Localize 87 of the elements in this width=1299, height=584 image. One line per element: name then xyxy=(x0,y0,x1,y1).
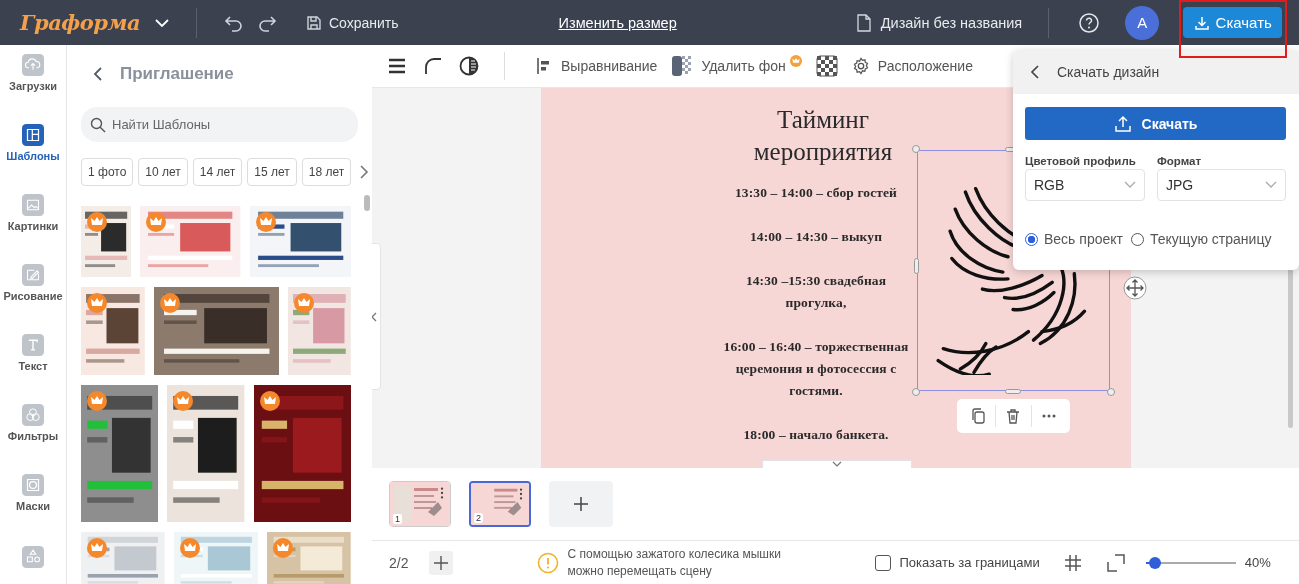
add-page-button[interactable] xyxy=(429,550,454,575)
plus-icon xyxy=(433,554,450,571)
tool-icon xyxy=(22,474,44,496)
arrange-button[interactable]: Расположение xyxy=(851,57,973,75)
search-icon xyxy=(90,117,106,133)
document-icon xyxy=(854,13,873,32)
chevron-down-icon xyxy=(832,459,842,468)
tool-icon xyxy=(22,194,44,216)
sidebar-item[interactable]: Маски xyxy=(16,474,50,544)
color-profile-select[interactable]: RGB xyxy=(1025,169,1145,201)
document-title[interactable]: Дизайн без названия xyxy=(880,14,1023,31)
sidebar-item[interactable]: Картинки xyxy=(7,194,59,264)
grid-icon[interactable] xyxy=(1063,553,1082,572)
sidebar-item[interactable]: Загрузки xyxy=(9,54,57,124)
page-number: 1 xyxy=(393,514,402,524)
checkerboard-icon[interactable] xyxy=(815,55,838,77)
resize-handle[interactable] xyxy=(1107,388,1115,396)
filter-chip[interactable]: 10 лет xyxy=(138,158,188,186)
tool-icon xyxy=(22,334,44,356)
page-title: Тайминг мероприятия xyxy=(752,105,894,167)
logo[interactable]: Граформа xyxy=(20,10,140,35)
search-field[interactable]: Найти Шаблоны xyxy=(81,107,358,142)
radio-label[interactable]: Текущую страницу xyxy=(1149,231,1272,247)
schedule-text: 16:00 – 16:40 – торжественная церемония и фотосессия с гостями. xyxy=(722,338,910,400)
remove-background-button[interactable]: Удалить фон xyxy=(671,55,802,77)
scrollbar-thumb[interactable] xyxy=(364,195,370,211)
chevron-down-icon xyxy=(1124,181,1136,189)
resize-handle[interactable] xyxy=(912,388,920,396)
sidebar-item[interactable]: Фильтры xyxy=(7,404,59,474)
panel-title: Приглашение xyxy=(120,64,234,84)
resize-handle[interactable] xyxy=(912,145,920,153)
download-button[interactable]: Скачать xyxy=(1183,7,1283,38)
filter-chip[interactable]: 1 фото xyxy=(81,158,134,186)
radio-label[interactable]: Весь проект xyxy=(1044,231,1123,247)
page-thumbnail[interactable]: 1 xyxy=(389,481,451,527)
resize-link[interactable]: Изменить размер xyxy=(558,14,677,31)
corner-radius-icon[interactable] xyxy=(422,55,444,77)
filter-chip[interactable]: 18 лет xyxy=(301,158,352,186)
plus-icon xyxy=(572,495,590,513)
download-button[interactable]: Скачать xyxy=(1025,107,1286,140)
slider-thumb[interactable] xyxy=(1148,556,1161,569)
field-label: Формат xyxy=(1157,155,1203,167)
zoom-slider[interactable] xyxy=(1145,556,1236,569)
sidebar-item[interactable]: Рисование xyxy=(3,264,63,334)
contrast-icon[interactable] xyxy=(458,55,480,77)
tool-icon xyxy=(22,264,44,286)
resize-handle[interactable] xyxy=(914,258,919,274)
resize-handle[interactable] xyxy=(1005,389,1021,394)
move-icon[interactable] xyxy=(1123,276,1147,300)
hint-text: С помощью зажатого колесика мышки можно перемещать сцену xyxy=(567,545,782,580)
user-avatar[interactable]: A xyxy=(1125,5,1160,40)
align-button[interactable]: Выравнивание xyxy=(535,57,658,75)
pages-toggle[interactable] xyxy=(762,460,912,468)
radio-button[interactable] xyxy=(1025,232,1038,246)
chevron-left-icon xyxy=(372,311,379,322)
copy-icon[interactable] xyxy=(969,408,986,424)
schedule-text: 14:00 – 14:30 – выкуп xyxy=(748,228,883,246)
page-number: 2 xyxy=(474,513,483,523)
schedule-text: 14:30 –15:30 свадебная прогулка, xyxy=(744,272,888,312)
schedule-text: 13:30 – 14:00 – сбор гостей xyxy=(734,184,898,202)
filter-chip[interactable]: 15 лет xyxy=(247,158,297,186)
checkbox[interactable] xyxy=(875,554,892,571)
format-select[interactable]: JPG xyxy=(1157,169,1286,201)
checkbox-label[interactable]: Показать за границами xyxy=(899,555,1040,570)
sidebar-item[interactable]: Шаблоны xyxy=(6,124,60,194)
download-icon xyxy=(1193,14,1210,31)
panel-title: Скачать дизайн xyxy=(1057,64,1160,80)
page-thumbnail[interactable]: 2 xyxy=(469,481,531,527)
trash-icon[interactable] xyxy=(1005,408,1022,424)
page-counter: 2/2 xyxy=(389,554,409,571)
sidebar-item[interactable]: Текст xyxy=(18,334,48,404)
gear-icon xyxy=(851,57,870,75)
upload-icon xyxy=(1113,114,1132,133)
expand-icon[interactable] xyxy=(1106,553,1125,572)
chevron-down-icon xyxy=(1265,181,1277,189)
save-button[interactable]: Сохранить xyxy=(306,14,399,31)
warning-icon xyxy=(537,551,560,574)
zoom-reading: 40% xyxy=(1244,555,1271,570)
schedule-text: 18:00 – начало банкета. xyxy=(742,426,890,444)
tool-icon xyxy=(22,54,44,76)
more-vertical-icon[interactable] xyxy=(518,487,524,501)
filter-chip[interactable]: 14 лет xyxy=(192,158,243,186)
more-vertical-icon[interactable] xyxy=(439,486,445,500)
half-checkered-icon xyxy=(671,55,694,77)
help-icon[interactable] xyxy=(1078,11,1101,34)
tool-icon xyxy=(22,124,44,146)
tool-icon xyxy=(22,404,44,426)
